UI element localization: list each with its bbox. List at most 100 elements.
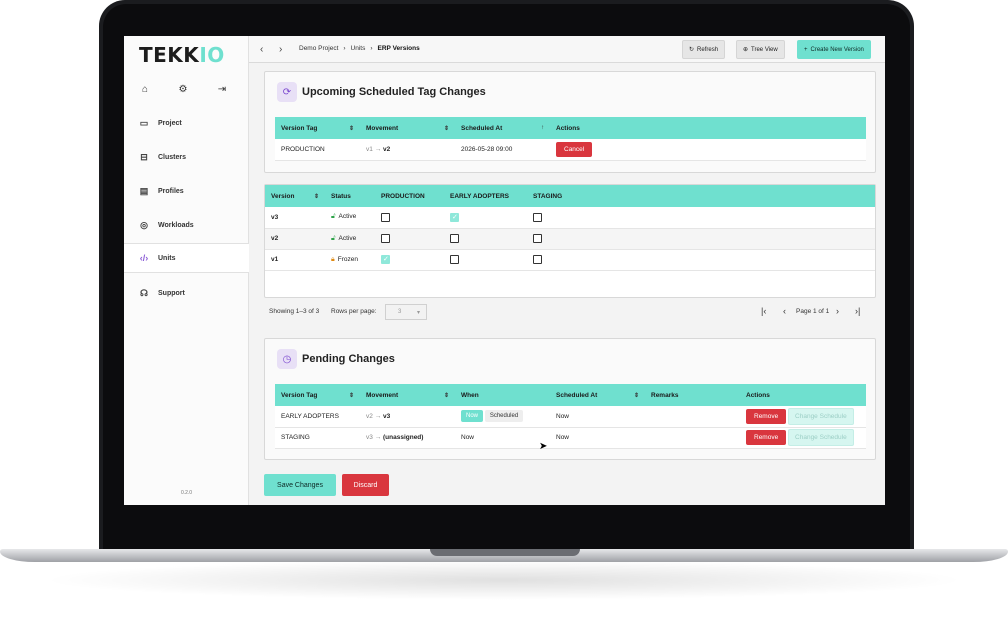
column-header: Remarks [645,384,740,406]
staging-checkbox-cell[interactable] [527,249,875,271]
sort-icon: ⇕ [443,125,449,132]
column-header[interactable]: Movement ⇕ [360,384,455,406]
create-version-button[interactable]: + Create New Version [797,40,871,59]
production-checkbox-cell[interactable] [375,207,444,229]
production-checkbox[interactable] [381,212,390,222]
tree-view-button[interactable]: ⊕ Tree View [736,40,785,59]
column-header[interactable]: Scheduled At ↑ [455,117,550,139]
early-adopters-checkbox[interactable] [450,212,459,222]
versions-panel: Version ⇕ Status PRODUCTION EARLY ADOPTER… [264,184,876,298]
breadcrumb-item[interactable]: Units [351,45,366,52]
status-cell: 🔒︎ Frozen [325,249,375,271]
production-checkbox-cell[interactable] [375,249,444,271]
breadcrumb-current: ERP Versions [377,45,420,52]
staging-checkbox-cell[interactable] [527,207,875,229]
sort-icon: ⇕ [633,392,639,399]
change-schedule-button[interactable]: Change Schedule [788,407,854,425]
staging-checkbox[interactable] [533,255,542,264]
save-changes-button[interactable]: Save Changes [264,474,336,496]
column-header[interactable]: Movement ⇕ [360,117,455,139]
headset-icon: ☊ [140,287,148,298]
unlock-icon: 🔓︎ [331,213,336,221]
pending-title: Pending Changes [302,353,395,365]
status-cell: 🔓︎ Active [325,228,375,250]
staging-checkbox[interactable] [533,212,542,222]
arrow-right-icon: → [374,434,382,441]
version-cell: v2 [265,228,325,250]
status-cell: 🔓︎ Active [325,207,375,229]
scheduled-toggle[interactable]: Scheduled [484,410,524,423]
rows-per-page-select[interactable]: 3 ▾ [385,304,427,320]
early-adopters-checkbox-cell[interactable] [444,228,527,250]
pagination-summary: Showing 1–3 of 3 [269,308,320,315]
chevron-down-icon: ▾ [416,309,420,316]
sidebar-item-workloads[interactable]: ◎ Workloads [124,210,249,240]
sidebar: TEKKIO ⌂ ⚙ ⇥ ▭ Project ⊟ Clusters ▤ Profile… [124,36,249,505]
remove-button[interactable]: Remove [746,430,787,445]
sort-icon: ⇕ [313,193,319,200]
sync-icon: ⟳ [277,82,297,102]
sidebar-item-project[interactable]: ▭ Project [124,108,249,138]
when-cell: Now [455,427,550,449]
breadcrumb-separator: › [370,45,373,52]
column-header: PRODUCTION [375,185,444,207]
pending-table: Version Tag ⇕ Movement ⇕ When Scheduled At… [275,384,866,449]
unlock-icon: 🔓︎ [331,234,336,242]
column-header[interactable]: Version Tag ⇕ [275,384,360,406]
now-toggle[interactable]: Now [461,410,484,423]
column-header[interactable]: Scheduled At ⇕ [550,384,645,406]
breadcrumb-item[interactable]: Demo Project [299,45,338,52]
scheduled-at-cell: Now [550,406,645,428]
change-schedule-button[interactable]: Change Schedule [788,429,854,446]
app-screen: TEKKIO ⌂ ⚙ ⇥ ▭ Project ⊟ Clusters ▤ Profile… [124,36,885,505]
cancel-button[interactable]: Cancel [556,141,593,157]
production-checkbox[interactable] [381,234,390,243]
logo: TEKKIO [139,43,225,67]
first-page-icon[interactable]: |‹ [761,306,766,316]
arrow-right-icon: → [374,145,382,153]
logout-icon[interactable]: ⇥ [216,83,228,95]
sidebar-item-clusters[interactable]: ⊟ Clusters [124,142,249,172]
mouse-cursor-icon: ➤ [539,441,548,452]
actions-cell: Remove Change Schedule [740,406,866,428]
sidebar-item-support[interactable]: ☊ Support [124,278,249,308]
table-row: EARLY ADOPTERS v2 → v3 Now Scheduled Now… [275,406,866,428]
version-tag-cell: EARLY ADOPTERS [275,406,360,428]
column-header: Status [325,185,375,207]
scheduled-at-cell: Now [550,427,645,449]
production-checkbox[interactable] [381,255,390,264]
page-indicator: Page 1 of 1 [796,308,830,315]
remove-button[interactable]: Remove [746,408,787,424]
column-header[interactable]: Version ⇕ [265,185,325,207]
staging-checkbox-cell[interactable] [527,228,875,250]
version-cell: v1 [265,249,325,271]
early-adopters-checkbox[interactable] [450,255,459,264]
early-adopters-checkbox-cell[interactable] [444,249,527,271]
home-icon[interactable]: ⌂ [139,83,151,95]
early-adopters-checkbox[interactable] [450,234,459,243]
early-adopters-checkbox-cell[interactable] [444,207,527,229]
forward-icon[interactable]: › [279,44,282,55]
version-tag-cell: PRODUCTION [275,139,360,161]
sort-arrow-icon: ↑ [541,124,544,131]
table-row: v2 🔓︎ Active [265,228,875,250]
prev-page-icon[interactable]: ‹ [783,306,786,316]
workload-icon: ◎ [140,219,148,230]
last-page-icon[interactable]: ›| [855,306,860,316]
gear-icon[interactable]: ⚙ [177,83,189,95]
production-checkbox-cell[interactable] [375,228,444,250]
lock-icon: 🔒︎ [331,255,335,263]
back-icon[interactable]: ‹ [260,44,263,55]
sidebar-item-units[interactable]: ‹/› Units [124,243,249,273]
next-page-icon[interactable]: › [836,306,839,316]
staging-checkbox[interactable] [533,234,542,243]
refresh-icon: ↻ [689,47,695,53]
discard-button[interactable]: Discard [342,474,389,496]
app-version: 0.2.0 [180,490,193,496]
sidebar-item-profiles[interactable]: ▤ Profiles [124,176,249,206]
refresh-button[interactable]: ↻ Refresh [682,40,726,59]
scheduled-at-cell: 2026-05-28 09:00 [455,139,550,161]
column-header[interactable]: Version Tag ⇕ [275,117,360,139]
breadcrumb-separator: › [343,45,346,52]
globe-icon: ⊕ [743,47,749,53]
